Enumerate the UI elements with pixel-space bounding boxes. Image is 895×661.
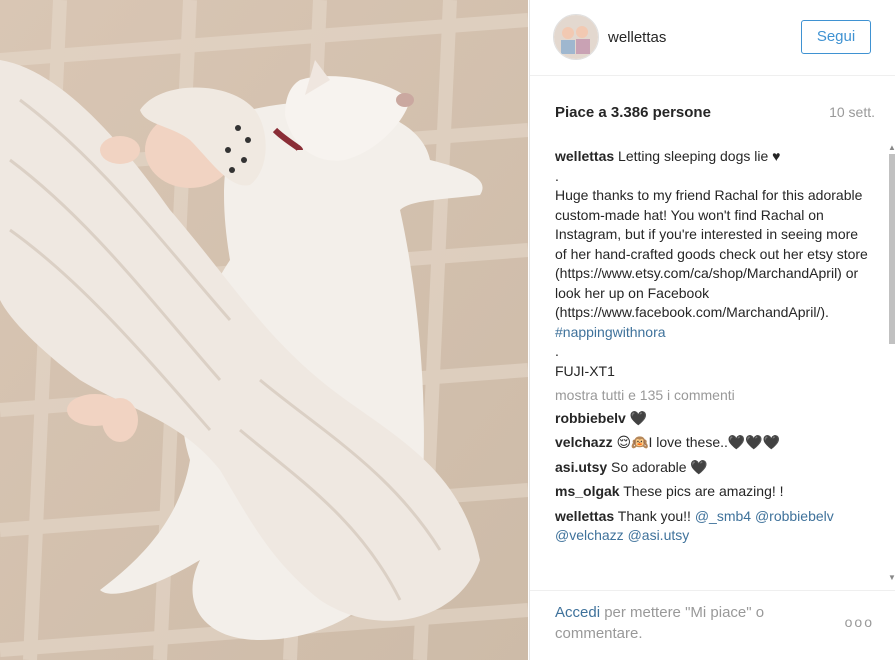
post-date[interactable]: 10 sett.: [829, 104, 875, 120]
comments-scrollbar[interactable]: ▲ ▼: [888, 144, 895, 582]
caption-username[interactable]: wellettas: [555, 148, 614, 164]
login-prompt: Accedi per mettere "Mi piace" o commenta…: [555, 602, 815, 644]
comments-list[interactable]: wellettas Letting sleeping dogs lie ♥ . …: [555, 147, 873, 585]
caption-separator: .: [555, 343, 559, 359]
comment-item: ms_olgak These pics are amazing! !: [555, 482, 873, 502]
comment-text: 😌🙉I love these..🖤🖤🖤: [616, 434, 781, 450]
post-photo-illustration: [0, 0, 528, 660]
comment-text: So adorable 🖤: [611, 458, 708, 475]
comment-text: These pics are amazing! !: [623, 483, 784, 499]
comment-username[interactable]: robbiebelv: [555, 410, 626, 426]
more-options-icon[interactable]: ooo: [845, 614, 874, 630]
post-side-panel: wellettas Segui Piace a 3.386 persone 10…: [529, 0, 895, 660]
caption-hashtag[interactable]: #nappingwithnora: [555, 324, 666, 340]
comment-username[interactable]: ms_olgak: [555, 483, 620, 499]
heart-icon: ♥: [772, 148, 781, 164]
show-all-comments-link[interactable]: mostra tutti e 135 i commenti: [555, 386, 873, 406]
comment-item: wellettas Thank you!! @_smb4 @robbiebelv…: [555, 507, 873, 546]
instagram-post: wellettas Segui Piace a 3.386 persone 10…: [0, 0, 895, 660]
follow-button[interactable]: Segui: [801, 20, 871, 54]
caption: wellettas Letting sleeping dogs lie ♥ . …: [555, 147, 873, 381]
post-header: wellettas Segui: [530, 0, 895, 76]
likes-row: Piace a 3.386 persone 10 sett.: [555, 104, 875, 124]
post-username[interactable]: wellettas: [608, 29, 666, 46]
post-photo[interactable]: [0, 0, 528, 660]
scrollbar-thumb[interactable]: [889, 154, 895, 344]
scroll-up-arrow-icon[interactable]: ▲: [888, 144, 895, 152]
scroll-down-arrow-icon[interactable]: ▼: [888, 574, 895, 582]
comment-item: asi.utsy So adorable 🖤: [555, 458, 873, 478]
caption-separator: .: [555, 167, 559, 184]
likes-count[interactable]: Piace a 3.386 persone: [555, 104, 711, 121]
comment-item: velchazz 😌🙉I love these..🖤🖤🖤: [555, 433, 873, 453]
caption-body: Huge thanks to my friend Rachal for this…: [555, 187, 868, 320]
login-link[interactable]: Accedi: [555, 604, 600, 621]
caption-camera: FUJI-XT1: [555, 362, 615, 379]
comment-username[interactable]: asi.utsy: [555, 459, 607, 475]
avatar-image: [554, 15, 598, 59]
caption-title: Letting sleeping dogs lie: [618, 148, 769, 164]
user-avatar[interactable]: [553, 14, 599, 60]
comment-item: robbiebelv 🖤: [555, 409, 873, 429]
comment-text: Thank you!!: [617, 507, 691, 524]
comment-text: 🖤: [629, 409, 648, 426]
comment-username[interactable]: wellettas: [555, 508, 614, 524]
post-footer: Accedi per mettere "Mi piace" o commenta…: [530, 590, 895, 661]
comment-username[interactable]: velchazz: [555, 434, 613, 450]
